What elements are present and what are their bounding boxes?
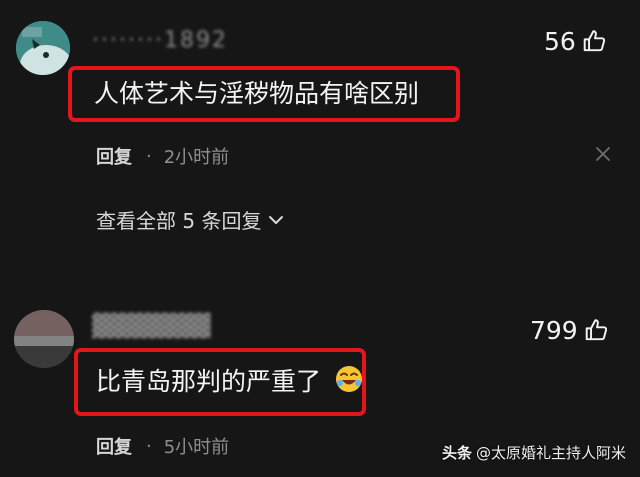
like-button[interactable]: 56 — [544, 28, 608, 54]
separator-dot: · — [146, 435, 152, 457]
thumbs-up-icon — [583, 30, 605, 52]
separator-dot: · — [146, 145, 152, 167]
like-button[interactable]: 799 — [530, 317, 610, 343]
username[interactable]: ········1892 — [92, 28, 228, 53]
like-count: 56 — [544, 26, 576, 56]
view-replies-button[interactable]: 查看全部 5 条回复 — [96, 205, 285, 234]
close-icon[interactable] — [594, 145, 612, 163]
like-count: 799 — [530, 315, 578, 345]
avatar[interactable] — [14, 310, 74, 368]
comment-list: ········1892 56 人体艺术与淫秽物品有啥区别 回复 · 2小时前 … — [0, 0, 640, 477]
timestamp: 5小时前 — [163, 437, 230, 458]
timestamp: 2小时前 — [163, 147, 230, 168]
comment-text: 人体艺术与淫秽物品有啥区别 — [94, 79, 420, 108]
reply-button[interactable]: 回复 — [96, 433, 132, 459]
comment-text: 比青岛那判的严重了 — [96, 367, 322, 396]
comment-meta: 回复 · 5小时前 — [96, 433, 229, 459]
chevron-down-icon — [269, 215, 284, 224]
avatar-image — [16, 21, 70, 75]
watermark-brand: 头条 — [441, 444, 472, 462]
avatar[interactable] — [16, 21, 70, 75]
watermark-account: @太原婚礼主持人阿米 — [475, 444, 626, 462]
avatar-image — [14, 310, 74, 368]
comment-meta: 回复 · 2小时前 — [96, 143, 229, 169]
laughing-emoji-icon — [336, 366, 362, 392]
watermark: 头条 @太原婚礼主持人阿米 — [442, 442, 626, 463]
thumbs-up-icon — [585, 319, 607, 341]
username[interactable]: ▓▓▓▓▓▓▓ — [92, 314, 210, 339]
view-replies-label: 查看全部 5 条回复 — [96, 209, 262, 233]
reply-button[interactable]: 回复 — [96, 143, 132, 169]
